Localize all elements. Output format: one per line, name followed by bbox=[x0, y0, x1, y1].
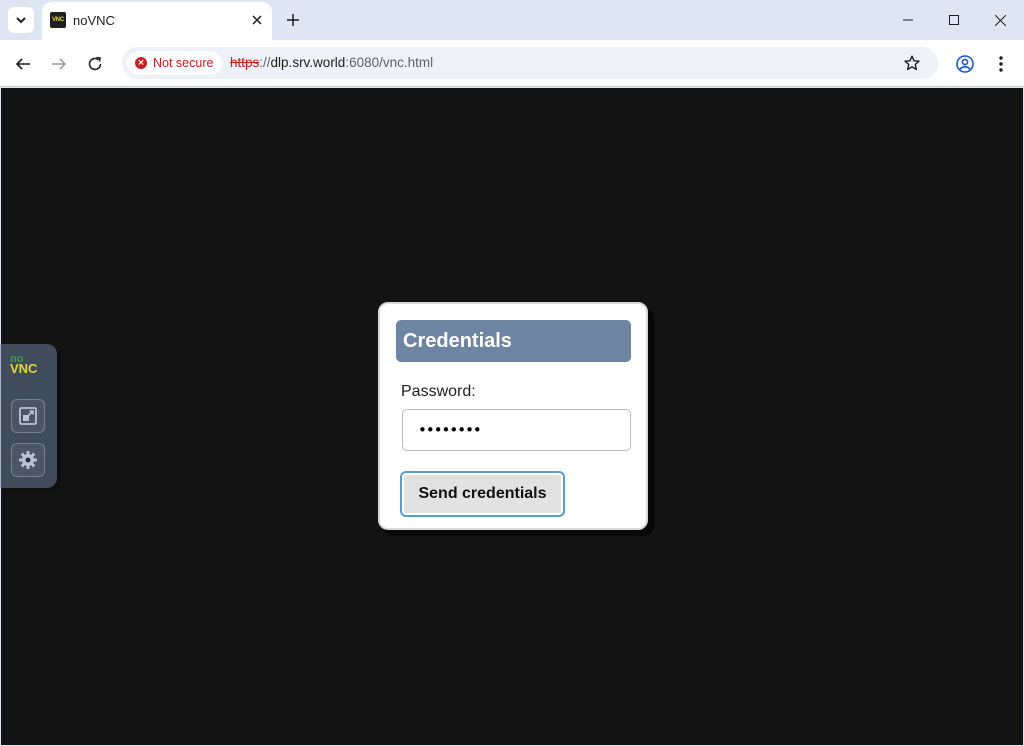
maximize-button[interactable] bbox=[931, 0, 977, 40]
fullscreen-icon bbox=[19, 407, 37, 425]
dialog-title: Credentials bbox=[396, 320, 631, 362]
minimize-icon bbox=[903, 19, 913, 21]
bookmark-star-button[interactable] bbox=[902, 53, 922, 73]
close-icon bbox=[252, 15, 262, 25]
credentials-dialog: Credentials Password: •••••••• Send cred… bbox=[378, 302, 648, 530]
minimize-button[interactable] bbox=[885, 0, 931, 40]
chevron-down-icon bbox=[16, 17, 26, 24]
back-button[interactable] bbox=[9, 50, 37, 78]
browser-toolbar: × Not secure https://dlp.srv.world:6080/… bbox=[0, 40, 1024, 87]
tab-novnc[interactable]: VNC noVNC bbox=[42, 2, 272, 40]
close-icon bbox=[994, 14, 1006, 26]
url-host: dlp.srv.world bbox=[270, 55, 346, 70]
novnc-logo: no VNC bbox=[10, 354, 48, 378]
arrow-left-icon bbox=[15, 58, 30, 70]
gear-icon bbox=[19, 451, 37, 469]
url-text[interactable]: https://dlp.srv.world:6080/vnc.html bbox=[230, 55, 433, 70]
security-label: Not secure bbox=[153, 56, 214, 70]
reload-icon bbox=[88, 56, 102, 71]
close-window-button[interactable] bbox=[977, 0, 1023, 40]
url-scheme: https bbox=[230, 55, 260, 70]
profile-button[interactable] bbox=[951, 50, 979, 78]
novnc-favicon-icon: VNC bbox=[50, 12, 66, 28]
warning-icon: × bbox=[135, 57, 147, 69]
tab-search-button[interactable] bbox=[8, 7, 34, 33]
vnc-viewport[interactable]: no VNC Credentials Password: •••••••• Se… bbox=[0, 88, 1023, 745]
star-icon bbox=[904, 55, 920, 71]
reload-button[interactable] bbox=[81, 50, 109, 78]
fullscreen-button[interactable] bbox=[11, 399, 45, 433]
address-bar[interactable]: × Not secure https://dlp.srv.world:6080/… bbox=[122, 47, 938, 79]
arrow-right-icon bbox=[52, 58, 67, 70]
new-tab-button[interactable] bbox=[282, 9, 304, 31]
password-label: Password: bbox=[401, 383, 476, 400]
profile-icon bbox=[956, 55, 974, 73]
tab-title: noVNC bbox=[73, 13, 115, 28]
send-credentials-button[interactable]: Send credentials bbox=[400, 471, 565, 517]
password-input[interactable]: •••••••• bbox=[402, 409, 631, 451]
url-path: :6080/vnc.html bbox=[345, 55, 434, 70]
menu-button[interactable] bbox=[987, 50, 1015, 78]
novnc-logo-vnc: VNC bbox=[10, 361, 38, 376]
tab-strip: VNC noVNC bbox=[0, 0, 1024, 40]
maximize-icon bbox=[949, 15, 959, 25]
plus-icon bbox=[287, 14, 299, 26]
tab-close-button[interactable] bbox=[248, 11, 266, 29]
url-separator: :// bbox=[259, 55, 271, 70]
kebab-menu-icon bbox=[999, 56, 1003, 72]
security-chip[interactable]: × Not secure bbox=[127, 51, 222, 75]
forward-button[interactable] bbox=[45, 50, 73, 78]
settings-button[interactable] bbox=[11, 443, 45, 477]
novnc-control-bar: no VNC bbox=[0, 344, 57, 488]
